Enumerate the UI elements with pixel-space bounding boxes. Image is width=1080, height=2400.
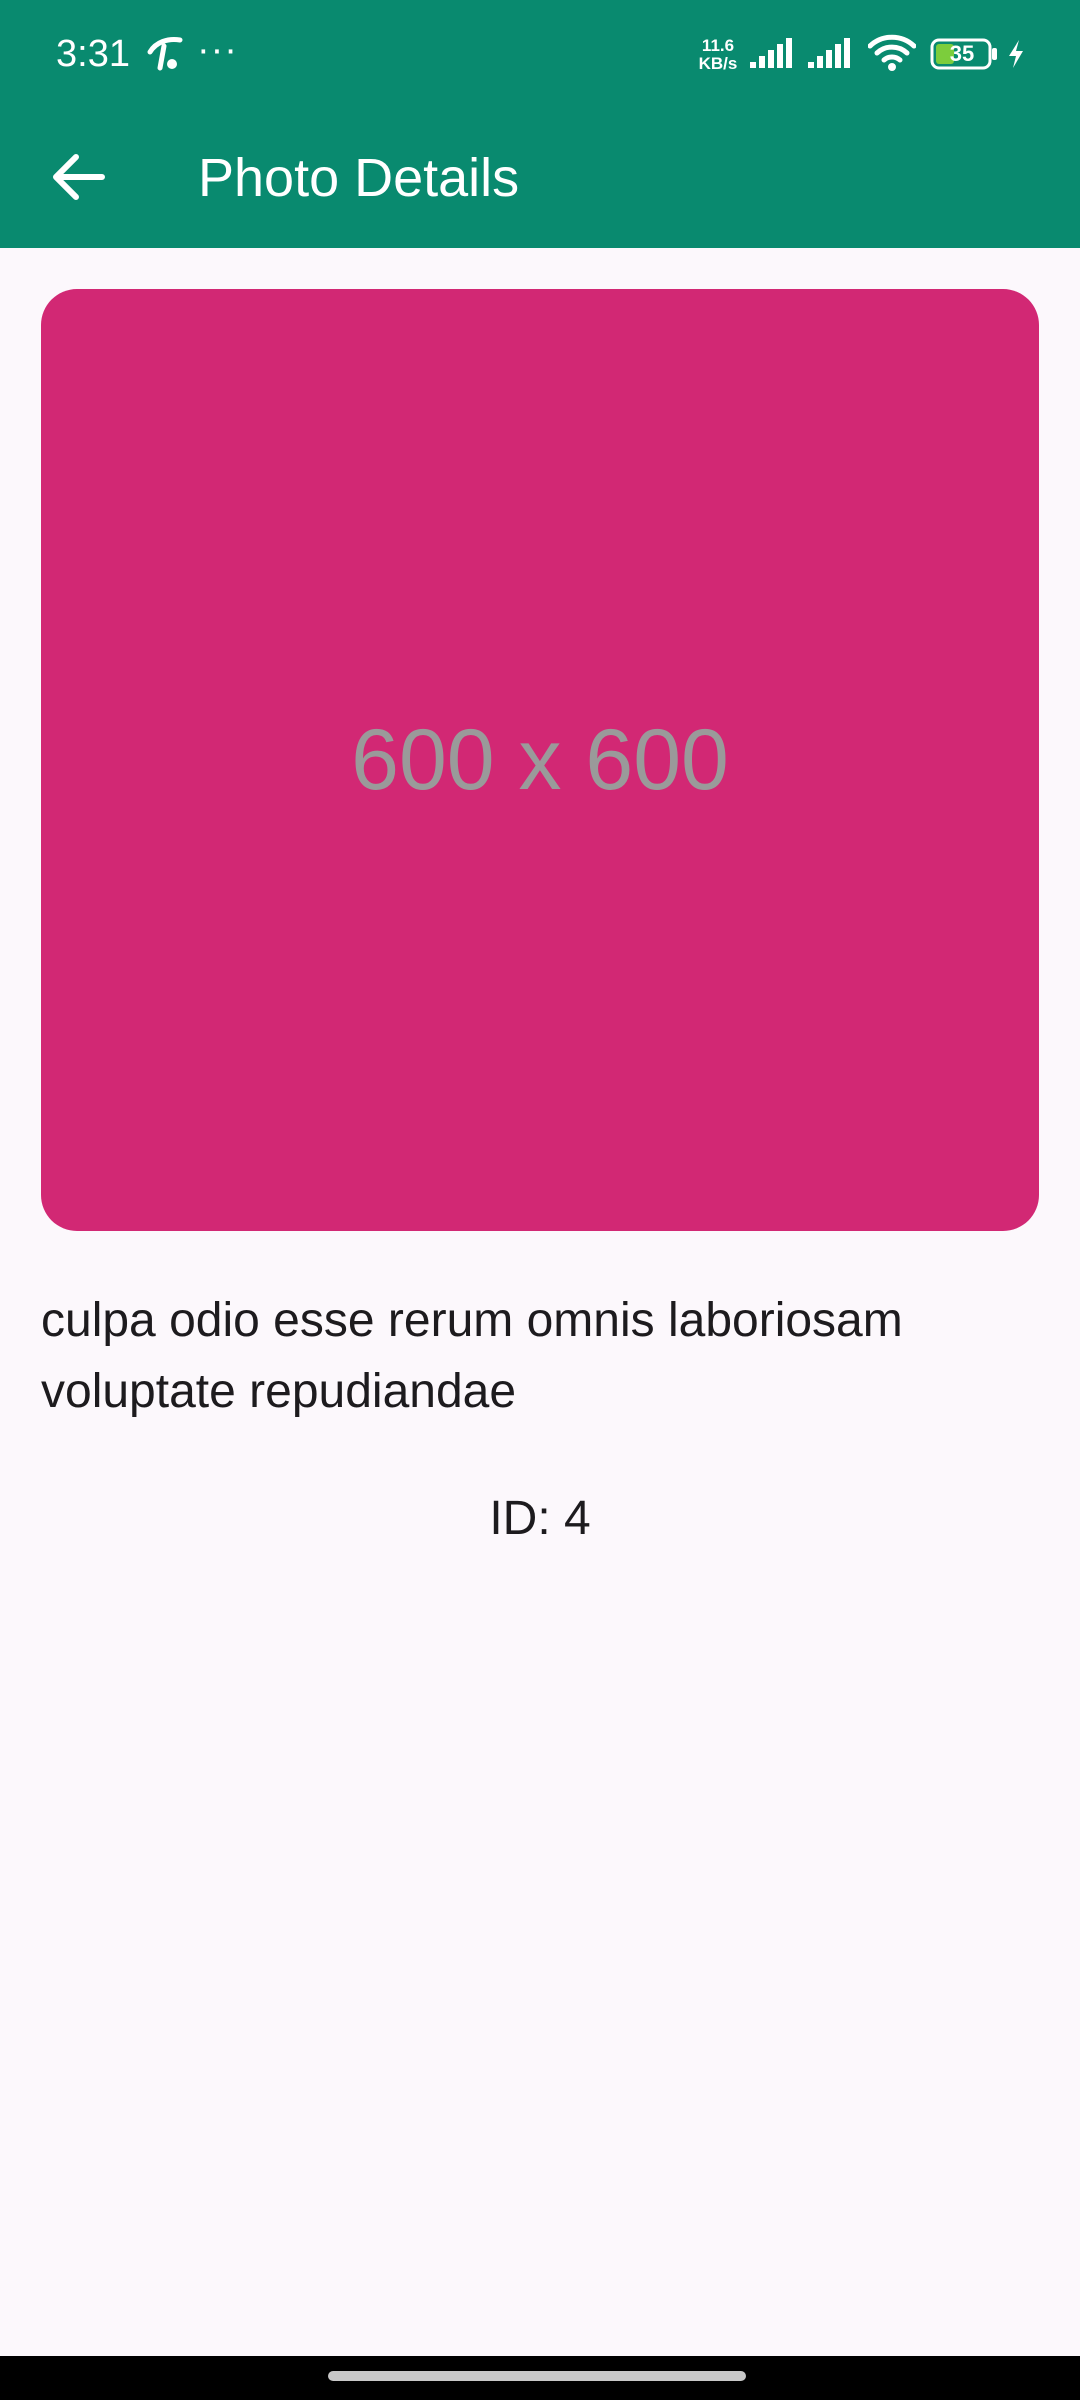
photo-title: culpa odio esse rerum omnis laboriosam v… — [41, 1294, 903, 1418]
photo-image[interactable]: 600 x 600 — [41, 289, 1039, 1231]
page-title: Photo Details — [198, 148, 520, 208]
home-indicator[interactable] — [328, 2371, 746, 2381]
signal-icon — [808, 38, 850, 68]
network-speed-value: 11.6 — [701, 36, 735, 55]
photo-id: ID: 4 — [489, 1492, 591, 1545]
carrier-icon — [147, 37, 183, 71]
app-bar: Photo Details — [0, 107, 1080, 248]
back-button[interactable] — [36, 135, 120, 219]
photo-placeholder-label: 600 x 600 — [351, 711, 729, 808]
status-bar: 3:31 ··· 11.6 KB/s 35 — [0, 0, 1080, 107]
network-speed-unit: KB/s — [698, 54, 738, 73]
wifi-icon — [868, 34, 916, 71]
more-notifications-icon: ··· — [197, 29, 238, 71]
arrow-back-icon — [53, 154, 105, 200]
battery-level: 35 — [949, 41, 975, 66]
navigation-bar — [0, 2356, 1080, 2400]
signal-icon — [750, 38, 792, 68]
network-speed: 11.6 KB/s — [694, 37, 742, 73]
status-time: 3:31 — [56, 33, 130, 75]
charging-icon — [1009, 40, 1023, 68]
